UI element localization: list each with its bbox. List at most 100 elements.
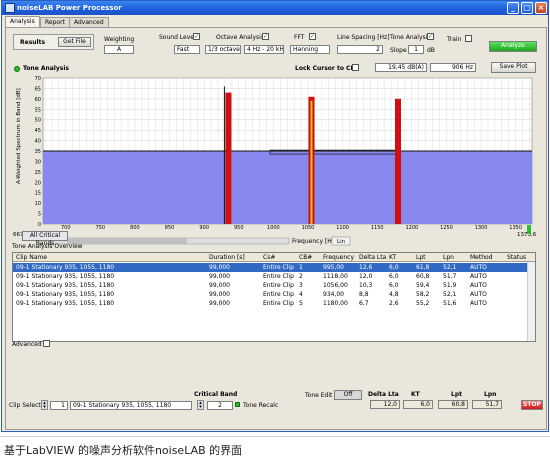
col-lpn[interactable]: Lpn [443, 254, 454, 261]
x-tick-label: 900 [199, 225, 209, 231]
train-label: Train [447, 36, 462, 43]
critical-band-input[interactable]: 2 [207, 401, 233, 410]
fft-checkbox[interactable]: ✓ [309, 33, 316, 40]
col-kt[interactable]: KT [389, 254, 396, 261]
advanced-checkbox[interactable] [43, 340, 50, 347]
table-cell: 51,9 [443, 282, 457, 289]
metric-value-kt: 6,0 [403, 400, 433, 409]
table-row[interactable]: 09-1 Stationary 935, 1055, 1180 99,000 Ent… [13, 272, 535, 281]
train-checkbox[interactable] [465, 35, 472, 42]
table-cell: 52,1 [443, 264, 457, 271]
x-scrollbar-thumb [67, 238, 187, 244]
lin-button-label: Lin [337, 239, 346, 245]
col-clip-name[interactable]: Clip Name [16, 254, 47, 261]
table-cell: 59,4 [416, 282, 430, 289]
x-tick-label: 1150 [371, 225, 384, 231]
tone-recalc-indicator[interactable] [235, 402, 240, 407]
sound-level-select[interactable]: Fast [174, 45, 200, 54]
close-icon[interactable]: × [535, 2, 547, 14]
x-end-label: 1373,6 [517, 232, 537, 238]
x-tick-label: 1250 [440, 225, 453, 231]
col-method[interactable]: Method [470, 254, 493, 261]
results-label: Results [20, 39, 46, 46]
get-file-button[interactable]: Get File [58, 37, 91, 47]
table-cell: 12,6 [359, 264, 373, 271]
col-lpt[interactable]: Lpt [416, 254, 426, 261]
maximize-icon[interactable]: □ [521, 2, 533, 14]
clip-select-stepper[interactable]: ▴ ▾ [41, 400, 48, 410]
table-cell: 55,2 [416, 300, 430, 307]
col-cs[interactable]: Cs# [263, 254, 275, 261]
table-row[interactable]: 09-1 Stationary 935, 1055, 1180 99,000 Ent… [13, 299, 535, 308]
x-axis-label: Frequency [Hz] [292, 238, 337, 245]
cursor-db-value: 19,45 [388, 64, 406, 71]
all-critical-bands-button[interactable]: All Critical Bands [22, 231, 68, 247]
line-spacing-input[interactable]: 2 [337, 45, 383, 54]
table-cell: 12,0 [359, 273, 373, 280]
table-cell: 3 [299, 282, 303, 289]
table-cell: AUTO [470, 300, 487, 307]
spectrum-chart-svg: 0510152025303540455055606570 700 750 800 85… [13, 76, 537, 246]
table-cell: 934,00 [323, 291, 344, 298]
slope-label: Slope [390, 47, 407, 54]
y-tick-label: 15 [35, 191, 41, 197]
col-status[interactable]: Status [507, 254, 526, 261]
table-cell: 2,6 [389, 300, 399, 307]
tone-analysis-title: Tone Analysis [23, 65, 69, 72]
table-cell: 99,000 [209, 300, 230, 307]
table-cell: 09-1 Stationary 935, 1055, 1180 [16, 282, 115, 289]
clip-name-field: 09-1 Stationary 935, 1055, 1180 [70, 401, 192, 410]
save-plot-button[interactable]: Save Plot [491, 62, 536, 73]
lock-cursor-checkbox[interactable] [352, 64, 359, 71]
line-spacing-label: Line Spacing [Hz] [337, 34, 390, 41]
table-header: Clip Name Duration [s] Cs# CB# Frequency… [13, 253, 535, 262]
critical-band-stepper[interactable]: ▴ ▾ [197, 400, 204, 410]
tone-edit-label: Tone Edit [305, 392, 333, 399]
weighting-select[interactable]: A [104, 45, 134, 54]
critical-band-label: Critical Band [194, 391, 238, 398]
table-cell: 6,7 [359, 300, 369, 307]
table-scrollbar[interactable] [527, 262, 535, 341]
status-led [14, 66, 20, 72]
y-tick-label: 5 [38, 212, 41, 218]
octave-analysis-checkbox[interactable]: ✓ [262, 33, 269, 40]
tab-analysis[interactable]: Analysis [5, 16, 40, 27]
y-tick-label: 70 [35, 76, 41, 82]
tone-edit-toggle[interactable]: Off [334, 390, 362, 400]
octave-band-select[interactable]: 1/3 octave [205, 45, 241, 54]
table-row[interactable]: 09-1 Stationary 935, 1055, 1180 99,000 Ent… [13, 290, 535, 299]
sound-level-checkbox[interactable]: ✓ [193, 33, 200, 40]
stop-button[interactable]: STOP [521, 400, 543, 410]
table-row[interactable]: 09-1 Stationary 935, 1055, 1180 99,000 Ent… [13, 263, 535, 272]
fft-window-select[interactable]: Hanning [290, 45, 330, 54]
col-cb[interactable]: CB# [299, 254, 312, 261]
minimize-icon[interactable]: _ [507, 2, 519, 14]
analyze-button[interactable]: Analyze [489, 41, 537, 52]
end-marker [527, 225, 531, 234]
table-cell: 6,0 [389, 282, 399, 289]
table-row[interactable]: 09-1 Stationary 935, 1055, 1180 99,000 Ent… [13, 281, 535, 290]
cursor-hz-unit: Hz [465, 64, 473, 71]
y-tick-label: 45 [35, 128, 41, 134]
col-duration[interactable]: Duration [s] [209, 254, 245, 261]
spectrum-area [43, 150, 532, 224]
app-window: noiseLAB Power Processor _ □ × Analysis … [1, 0, 549, 432]
clip-index-input[interactable]: 1 [50, 401, 68, 410]
octave-range-select[interactable]: 4 Hz - 20 kHz [244, 45, 284, 54]
sound-level-label: Sound Level [159, 34, 196, 41]
y-tick-label: 30 [35, 159, 41, 165]
tab-advanced[interactable]: Advanced [69, 17, 109, 27]
tone-analysis-checkbox[interactable]: ✓ [427, 33, 434, 40]
cursor-hz-readout: 906 Hz [430, 63, 476, 72]
y-tick-label: 40 [35, 139, 41, 145]
col-delta-lta[interactable]: Delta Lta [359, 254, 386, 261]
fft-label: FFT [294, 34, 305, 41]
col-frequency[interactable]: Frequency [323, 254, 354, 261]
weighting-label: Weighting [104, 36, 135, 43]
table-cell: 4,8 [389, 291, 399, 298]
tab-report[interactable]: Report [40, 17, 70, 27]
y-tick-label: 25 [35, 170, 41, 176]
y-tick-label: 60 [35, 97, 41, 103]
slope-input[interactable]: 1 [408, 45, 424, 54]
x-tick-label: 750 [96, 225, 106, 231]
